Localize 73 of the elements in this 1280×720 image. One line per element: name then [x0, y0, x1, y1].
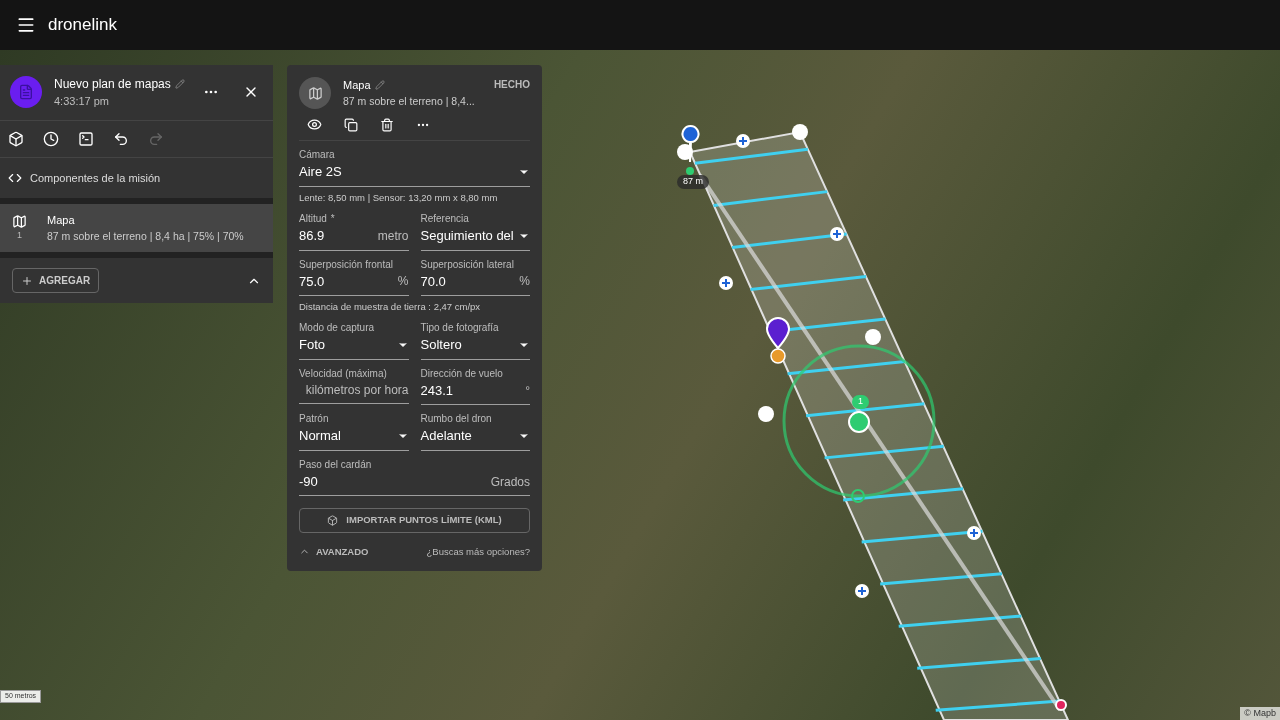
input-field[interactable]: 70.0 % [420, 271, 530, 296]
input-field[interactable]: 75.0 % [299, 271, 409, 296]
field-label: Altitud * [299, 213, 336, 224]
map-attribution[interactable]: © Mapb [1240, 707, 1280, 720]
info-note: Distancia de muestra de tierra : 2,47 cm/px [299, 300, 482, 314]
import-button[interactable]: IMPORTAR PUNTOS LÍMITE (KML) [299, 508, 530, 533]
waypoint-badge: 1 [852, 395, 869, 409]
field-label: Cámara [299, 149, 336, 161]
field-label: Patrón [299, 413, 330, 425]
input-field[interactable]: 243.1 ° [420, 380, 530, 406]
plus-icon [21, 274, 33, 287]
vertex-handle[interactable] [792, 124, 808, 140]
plan-time: 4:33:17 pm [54, 94, 111, 109]
vertex-handle[interactable] [865, 329, 881, 345]
import-icon [327, 514, 339, 526]
add-point-icon[interactable] [719, 276, 733, 290]
field-label: Modo de captura [299, 322, 376, 334]
location-pin-icon[interactable] [766, 317, 790, 349]
select-field[interactable]: Foto [299, 335, 409, 360]
input-field[interactable]: kilómetros por hora [299, 380, 409, 404]
add-point-icon[interactable] [855, 584, 869, 598]
component-name: Mapa [47, 213, 76, 228]
field-label: Rumbo del dron [420, 413, 493, 425]
cube-icon[interactable] [8, 130, 24, 147]
add-point-icon[interactable] [736, 134, 750, 148]
clock-icon[interactable] [43, 130, 59, 147]
drone-icon [770, 348, 786, 364]
more-options-link[interactable]: ¿Buscas más opciones? [426, 544, 530, 559]
undo-icon[interactable] [113, 130, 129, 147]
select-field[interactable]: Normal [299, 426, 409, 451]
add-point-icon[interactable] [830, 227, 844, 241]
field-label: Paso del cardán [299, 458, 373, 470]
add-point-icon[interactable] [967, 526, 981, 540]
input-field[interactable]: 86.9 metro [299, 226, 409, 251]
altitude-label: 87 m [677, 175, 709, 189]
select-field[interactable]: Soltero [420, 335, 530, 360]
section-title: Componentes de la misión [30, 170, 161, 186]
info-note: Lente: 8,50 mm | Sensor: 13,20 mm x 8,80 mm [299, 190, 499, 205]
select-field[interactable]: Adelante [420, 426, 530, 451]
add-button[interactable]: AGREGAR [12, 268, 100, 294]
select-field[interactable]: Seguimiento del [420, 226, 530, 251]
waypoint-icon[interactable] [848, 411, 870, 433]
trash-icon[interactable] [380, 117, 394, 132]
start-point-icon [686, 167, 694, 175]
focus-point-icon [851, 489, 865, 503]
vertex-handle[interactable] [758, 406, 774, 422]
component-detail: 87 m sobre el terreno | 8,4 ha | 75% | 70% [47, 228, 244, 244]
component-item[interactable]: 1 Mapa 87 m sobre el terreno | 8,4 ha | 75% | 70% [0, 204, 273, 253]
required-mark: * [330, 213, 335, 224]
field-label: Velocidad (máxima) [299, 367, 388, 379]
terminal-icon[interactable] [78, 130, 94, 147]
map-icon [12, 213, 27, 229]
editor-subtitle: 87 m sobre el terreno | 8,4... [343, 93, 476, 109]
copy-icon[interactable] [344, 117, 358, 132]
document-icon [18, 84, 34, 101]
component-number: 1 [17, 228, 22, 242]
map-icon [307, 85, 323, 101]
field-label: Superposición frontal [299, 258, 394, 270]
field-label: Tipo de fotografía [420, 322, 500, 334]
field-label: Referencia [420, 213, 470, 224]
eye-icon[interactable] [307, 117, 322, 133]
app-logo[interactable]: dronelink [48, 12, 117, 38]
plan-title: Nuevo plan de mapas [54, 76, 171, 93]
field-label: Superposición lateral [420, 258, 515, 270]
input-field[interactable]: -90 Grados [299, 471, 530, 497]
editor-title: Mapa [343, 78, 371, 93]
done-button[interactable]: HECHO [493, 77, 530, 92]
end-point-icon [1055, 699, 1067, 711]
menu-icon[interactable] [16, 15, 36, 35]
field-label: Dirección de vuelo [420, 367, 504, 379]
start-marker-icon[interactable] [681, 125, 700, 163]
advanced-toggle[interactable]: AVANZADO [299, 544, 369, 559]
select-field[interactable]: Aire 2S [299, 162, 530, 187]
